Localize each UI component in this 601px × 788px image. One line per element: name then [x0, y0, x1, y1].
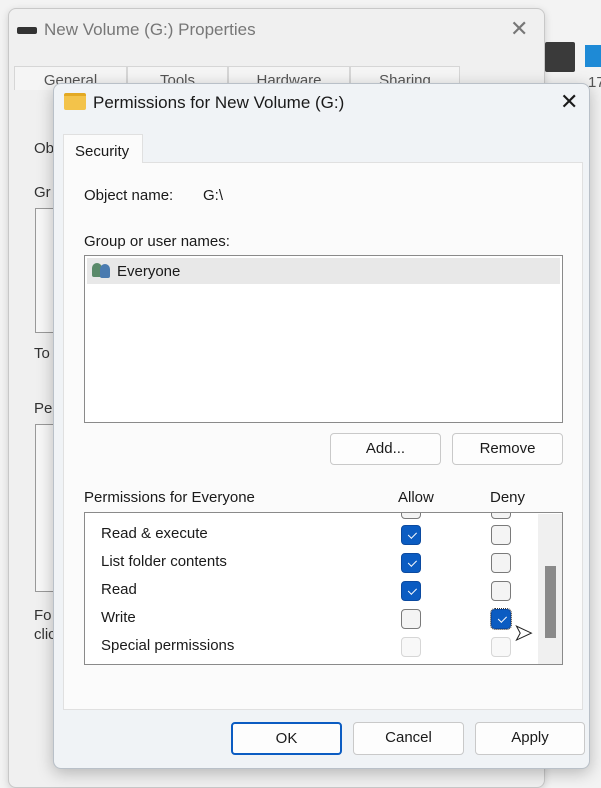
permission-name: Special permissions [101, 637, 235, 654]
permission-name: Write [101, 609, 136, 626]
close-icon[interactable]: ✕ [560, 89, 578, 115]
fragment: Gr [34, 184, 51, 201]
list-item-everyone[interactable]: Everyone [87, 258, 560, 284]
scrollbar-track[interactable] [538, 514, 562, 664]
allow-checkbox[interactable] [401, 553, 421, 573]
ok-button[interactable]: OK [231, 722, 342, 755]
deny-checkbox [491, 637, 511, 657]
permission-name: Read [101, 581, 137, 598]
fragment: To [34, 345, 50, 362]
cancel-button[interactable]: Cancel [353, 722, 464, 755]
desktop-label: 17 [588, 74, 601, 91]
allow-checkbox[interactable] [401, 609, 421, 629]
user-list[interactable]: Everyone [84, 255, 563, 423]
cursor-icon: ➤ [513, 620, 533, 646]
permission-name: List folder contents [101, 553, 227, 570]
deny-checkbox[interactable] [491, 525, 511, 545]
deny-checkbox[interactable] [491, 553, 511, 573]
allow-checkbox[interactable] [401, 581, 421, 601]
users-icon-2 [100, 264, 110, 278]
fragment: Fo [34, 607, 52, 624]
user-name: Everyone [117, 263, 181, 280]
partial-deny-checkbox[interactable] [491, 513, 511, 519]
background-list-box [35, 208, 55, 333]
deny-header: Deny [490, 489, 526, 506]
permissions-list[interactable]: Read & execute List folder contents Read Wr… [84, 512, 563, 665]
desktop-folder-icon [585, 45, 601, 67]
allow-checkbox [401, 637, 421, 657]
fragment: Ob [34, 140, 55, 157]
allow-checkbox[interactable] [401, 525, 421, 545]
add-button[interactable]: Add... [330, 433, 441, 465]
object-name-label: Object name: [84, 187, 174, 204]
apply-button[interactable]: Apply [475, 722, 585, 755]
background-window-title: New Volume (G:) Properties [44, 20, 256, 39]
scrollbar-thumb[interactable] [545, 566, 556, 638]
permissions-label: Permissions for Everyone [84, 489, 255, 506]
tab-security[interactable]: Security [63, 134, 143, 163]
deny-checkbox[interactable] [491, 581, 511, 601]
partial-allow-checkbox[interactable] [401, 513, 421, 519]
deny-checkbox[interactable] [490, 608, 512, 630]
background-permission-box [35, 424, 55, 592]
drive-icon [17, 27, 37, 34]
dialog-title: Permissions for New Volume (G:) [93, 93, 345, 112]
remove-button[interactable]: Remove [452, 433, 563, 465]
object-name-value: G:\ [203, 187, 224, 204]
background-close-icon[interactable]: ✕ [510, 16, 528, 42]
folder-icon [64, 93, 86, 110]
allow-header: Allow [398, 489, 434, 506]
fragment: Pe [34, 400, 53, 417]
desktop-drive-icon [545, 42, 575, 72]
group-label: Group or user names: [84, 233, 230, 250]
permission-name: Read & execute [101, 525, 208, 542]
